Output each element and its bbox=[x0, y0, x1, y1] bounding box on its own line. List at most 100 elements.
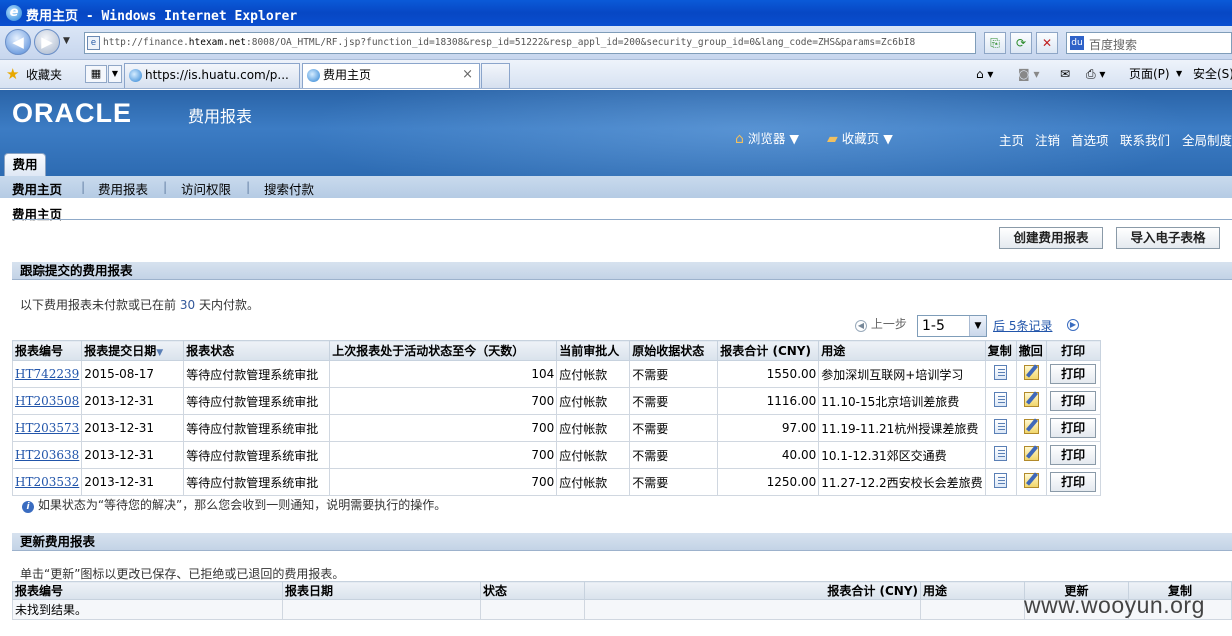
print-button[interactable]: 打印 bbox=[1050, 364, 1097, 384]
report-number-link[interactable]: HT203532 bbox=[15, 475, 79, 489]
close-tab-icon[interactable]: × bbox=[462, 64, 473, 86]
print-icon[interactable]: ⎙ ▾ bbox=[1086, 64, 1105, 84]
receipt-cell: 不需要 bbox=[629, 468, 719, 496]
app-name: 费用报表 bbox=[188, 107, 253, 126]
import-spreadsheet-button[interactable]: 导入电子表格 bbox=[1116, 227, 1220, 249]
print-cell: 打印 bbox=[1045, 468, 1101, 496]
favorites-menu[interactable]: ▰ 收藏页 ▼ bbox=[827, 128, 893, 147]
back-button[interactable]: ◀ bbox=[5, 29, 31, 55]
chevron-down-icon: ▼ bbox=[789, 131, 799, 146]
status-cell: 等待应付款管理系统审批 bbox=[183, 387, 331, 415]
subnav-expense-reports[interactable]: 费用报表 bbox=[98, 179, 148, 198]
browser-tab-huatu[interactable]: https://is.huatu.com/p... bbox=[124, 63, 300, 88]
approver-cell: 应付帐款 bbox=[556, 468, 631, 496]
next-icon[interactable]: ▶ bbox=[1067, 319, 1079, 331]
tab-expense[interactable]: 费用 bbox=[4, 153, 46, 176]
withdraw-icon[interactable] bbox=[1023, 473, 1039, 488]
browser-menu[interactable]: ⌂ 浏览器 ▼ bbox=[735, 128, 799, 147]
favorites-star-icon[interactable]: ★ bbox=[6, 65, 19, 83]
ie-tab-icon bbox=[129, 69, 142, 82]
global-link-contact[interactable]: 联系我们 bbox=[1120, 130, 1170, 149]
copy-cell bbox=[984, 387, 1017, 415]
print-button[interactable]: 打印 bbox=[1050, 418, 1097, 438]
report-number-link[interactable]: HT742239 bbox=[15, 367, 79, 381]
url-host: htexam.net bbox=[188, 37, 246, 48]
withdraw-icon[interactable] bbox=[1023, 446, 1039, 461]
favorites-button[interactable]: 收藏夹 bbox=[26, 66, 62, 83]
oracle-banner: ORACLE 费用报表 ⌂ 浏览器 ▼ ▰ 收藏页 ▼ 主页 注销 首选项 联系… bbox=[0, 90, 1232, 176]
status-cell: 等待应付款管理系统审批 bbox=[183, 360, 331, 388]
address-input[interactable]: e http://finance.htexam.net:8008/OA_HTML/… bbox=[84, 32, 976, 54]
print-cell: 打印 bbox=[1045, 360, 1101, 388]
withdraw-icon[interactable] bbox=[1023, 365, 1039, 380]
total-cell: 40.00 bbox=[717, 441, 820, 469]
search-input[interactable]: du 百度搜索 bbox=[1066, 32, 1232, 54]
new-tab-button[interactable] bbox=[481, 63, 510, 88]
empty-cell bbox=[282, 599, 481, 620]
section-header-update: 更新费用报表 bbox=[12, 533, 1232, 551]
copy-icon[interactable] bbox=[994, 446, 1008, 461]
report-number-cell: HT203532 bbox=[11, 468, 83, 496]
compat-view-icon[interactable]: ⎘ bbox=[984, 32, 1006, 54]
copy-cell bbox=[984, 468, 1017, 496]
tab-list-dropdown-icon[interactable]: ▼ bbox=[108, 65, 122, 83]
quick-tabs-icon[interactable]: ▦ bbox=[85, 65, 107, 83]
feeds-icon[interactable]: ◙ ▾ bbox=[1018, 64, 1039, 84]
subnav-expense-home[interactable]: 费用主页 bbox=[12, 179, 62, 198]
global-link-preferences[interactable]: 首选项 bbox=[1071, 130, 1109, 149]
ie-tab-icon bbox=[307, 69, 320, 82]
col-total: 报表合计 (CNY) bbox=[584, 581, 921, 600]
report-number-cell: HT742239 bbox=[11, 360, 83, 388]
receipt-cell: 不需要 bbox=[629, 441, 719, 469]
approver-cell: 应付帐款 bbox=[556, 387, 631, 415]
pager-previous[interactable]: ◀ 上一步 bbox=[855, 315, 907, 332]
forward-button[interactable]: ▶ bbox=[34, 29, 60, 55]
subnav-separator: | bbox=[246, 179, 251, 194]
approver-cell: 应付帐款 bbox=[556, 360, 631, 388]
browser-tab-label: https://is.huatu.com/p... bbox=[145, 68, 289, 82]
col-report-date: 报表日期 bbox=[282, 581, 481, 600]
copy-icon[interactable] bbox=[994, 473, 1008, 488]
withdraw-cell bbox=[1015, 468, 1047, 496]
history-dropdown-icon[interactable]: ▼ bbox=[63, 36, 70, 46]
info-icon: i bbox=[22, 501, 34, 513]
subnav-access[interactable]: 访问权限 bbox=[181, 179, 231, 198]
refresh-icon[interactable]: ⟳ bbox=[1010, 32, 1032, 54]
copy-icon[interactable] bbox=[994, 392, 1008, 407]
next-records-link[interactable]: 后 5条记录 bbox=[993, 317, 1052, 334]
withdraw-icon[interactable] bbox=[1023, 392, 1039, 407]
copy-icon[interactable] bbox=[994, 419, 1008, 434]
withdraw-icon[interactable] bbox=[1023, 419, 1039, 434]
subnav-search-payments[interactable]: 搜索付款 bbox=[264, 179, 314, 198]
col-days-active: 上次报表处于活动状态至今（天数） bbox=[329, 340, 558, 361]
home-icon[interactable]: ⌂ ▾ bbox=[976, 64, 993, 84]
col-submit-date[interactable]: 报表提交日期▼ bbox=[81, 340, 185, 361]
create-report-button[interactable]: 创建费用报表 bbox=[999, 227, 1103, 249]
copy-icon[interactable] bbox=[994, 365, 1008, 380]
page-range-select[interactable]: 1-5 ▼ bbox=[917, 315, 987, 337]
approver-cell: 应付帐款 bbox=[556, 414, 631, 442]
copy-cell bbox=[984, 414, 1017, 442]
print-button[interactable]: 打印 bbox=[1050, 472, 1097, 492]
page-menu-chevron-icon[interactable]: ▼ bbox=[1176, 64, 1182, 84]
submit-date-cell: 2015-08-17 bbox=[81, 360, 185, 388]
stop-icon[interactable]: ✕ bbox=[1036, 32, 1058, 54]
global-link-logout[interactable]: 注销 bbox=[1035, 130, 1060, 149]
safety-menu[interactable]: 安全(S) bbox=[1193, 64, 1232, 84]
url-prefix: http://finance. bbox=[103, 37, 189, 48]
mail-icon[interactable]: ✉ bbox=[1060, 64, 1070, 84]
report-number-link[interactable]: HT203638 bbox=[15, 448, 79, 462]
page-menu[interactable]: 页面(P) bbox=[1129, 64, 1170, 84]
days-cell: 700 bbox=[329, 468, 558, 496]
report-number-link[interactable]: HT203573 bbox=[15, 421, 79, 435]
report-number-link[interactable]: HT203508 bbox=[15, 394, 79, 408]
global-link-home[interactable]: 主页 bbox=[999, 130, 1024, 149]
browser-tab-expense[interactable]: 费用主页 × bbox=[302, 63, 480, 88]
report-number-cell: HT203508 bbox=[11, 387, 83, 415]
print-button[interactable]: 打印 bbox=[1050, 391, 1097, 411]
sort-desc-icon: ▼ bbox=[156, 348, 164, 358]
submit-date-cell: 2013-12-31 bbox=[81, 468, 185, 496]
print-button[interactable]: 打印 bbox=[1050, 445, 1097, 465]
global-link-policy[interactable]: 全局制度 bbox=[1182, 130, 1232, 149]
page-title: 费用主页 bbox=[12, 207, 63, 222]
